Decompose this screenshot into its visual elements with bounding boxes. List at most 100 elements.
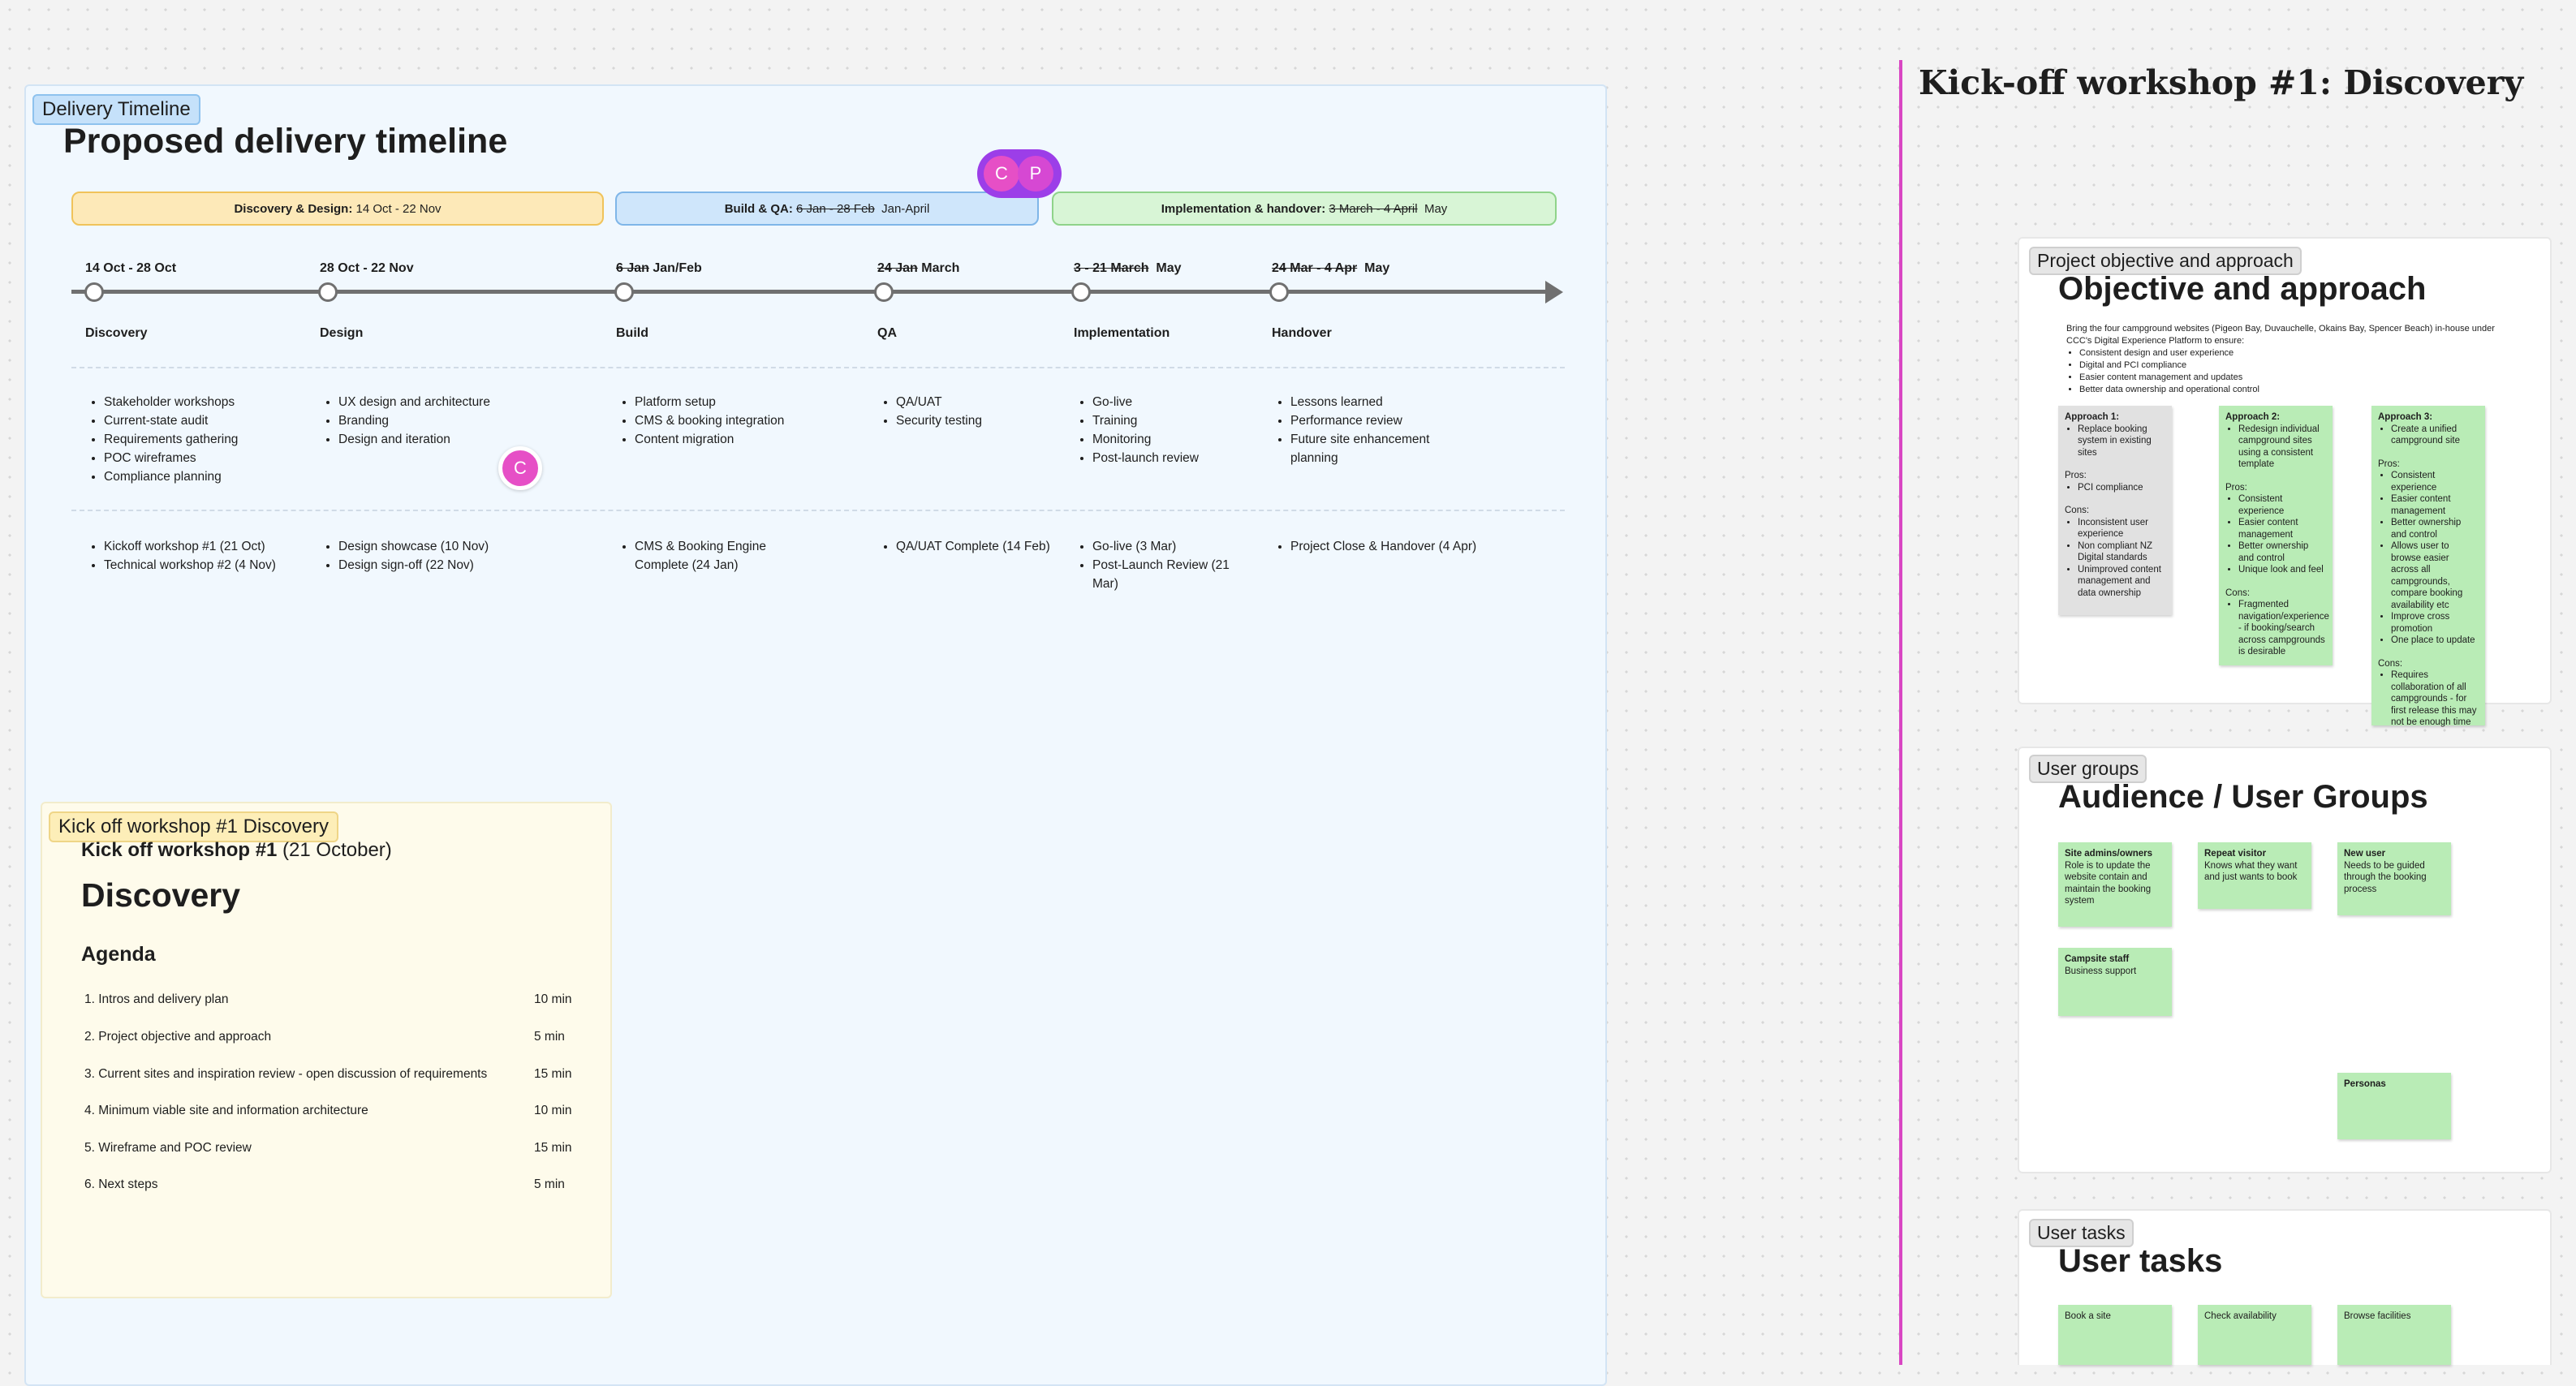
sticky-note-user-group[interactable]: Repeat visitor Knows what they want and j…	[2198, 842, 2311, 909]
stage-activities: Go-live Training Monitoring Post-launch …	[1075, 393, 1255, 467]
divider	[71, 510, 1565, 511]
phase-old-dates: 6 Jan - 28 Feb	[796, 201, 875, 216]
phase-implementation-handover[interactable]: Implementation & handover: 3 March - 4 A…	[1052, 192, 1557, 226]
sticky-note-user-task[interactable]: Book a site	[2058, 1305, 2172, 1365]
avatar-p[interactable]: P	[1018, 156, 1053, 192]
stage-name: Design	[320, 326, 364, 340]
list-item: Lessons learned	[1290, 393, 1477, 411]
list-item: QA/UAT Complete (14 Feb)	[896, 537, 1058, 556]
phase-label: Implementation & handover:	[1161, 201, 1326, 216]
objective-title: Objective and approach	[2058, 271, 2427, 307]
user-groups-title: Audience / User Groups	[2058, 779, 2428, 815]
list-item: Compliance planning	[104, 467, 323, 486]
list-item: QA/UAT	[896, 393, 1058, 411]
list-item: Post-launch review	[1092, 449, 1255, 467]
stage-activities: Platform setup CMS & booking integration…	[617, 393, 878, 449]
timeline-node[interactable]	[84, 282, 104, 302]
timeline-node[interactable]	[318, 282, 338, 302]
phase-discovery-design[interactable]: Discovery & Design: 14 Oct - 22 Nov	[71, 192, 604, 226]
phase-new-dates: Jan-April	[874, 201, 930, 216]
list-item: Monitoring	[1092, 430, 1255, 449]
kickoff-title: Discovery	[81, 876, 241, 914]
list-item: Design showcase (10 Nov)	[338, 537, 582, 556]
stage-milestones: CMS & Booking Engine Complete (24 Jan)	[617, 537, 821, 575]
timeline-node[interactable]	[614, 282, 634, 302]
avatar-c-cursor[interactable]: C	[498, 446, 542, 490]
list-item: Branding	[338, 411, 582, 430]
avatar-c[interactable]: C	[984, 156, 1019, 192]
kickoff-frame-label[interactable]: Kick off workshop #1 Discovery	[49, 811, 339, 842]
stage-date: 24 Mar - 4 Apr May	[1272, 261, 1390, 275]
list-item: Platform setup	[635, 393, 878, 411]
kickoff-heading: Kick off workshop #1 (21 October)	[81, 839, 392, 861]
objective-intro: Bring the four campground websites (Pige…	[2066, 323, 2521, 396]
stage-milestones: Design showcase (10 Nov) Design sign-off…	[321, 537, 582, 575]
list-item: Consistent design and user experience	[2079, 347, 2521, 359]
stage-name: Implementation	[1074, 326, 1170, 340]
timeline-node[interactable]	[1269, 282, 1289, 302]
list-item: CMS & Booking Engine Complete (24 Jan)	[635, 537, 821, 575]
list-item: Current-state audit	[104, 411, 323, 430]
divider	[71, 367, 1565, 368]
sticky-note-approach-2[interactable]: Approach 2: Redesign individual campgrou…	[2219, 406, 2333, 665]
stage-milestones: Project Close & Handover (4 Apr)	[1273, 537, 1477, 556]
stage-activities: Stakeholder workshops Current-state audi…	[86, 393, 323, 486]
list-item: UX design and architecture	[338, 393, 582, 411]
phase-label: Build & QA:	[724, 201, 793, 216]
stage-milestones: Go-live (3 Mar) Post-Launch Review (21 M…	[1075, 537, 1238, 593]
list-item: Future site enhancement planning	[1290, 430, 1477, 467]
sticky-note-approach-3[interactable]: Approach 3: Create a unified campground …	[2371, 406, 2485, 727]
stage-date: 6 Jan Jan/Feb	[616, 261, 702, 275]
list-item: Kickoff workshop #1 (21 Oct)	[104, 537, 323, 556]
stage-name: Handover	[1272, 326, 1332, 340]
timeline-title[interactable]: Proposed delivery timeline	[63, 122, 507, 161]
timeline-arrowhead	[1545, 281, 1563, 303]
list-item: Digital and PCI compliance	[2079, 359, 2521, 372]
list-item: Go-live (3 Mar)	[1092, 537, 1238, 556]
list-item: Security testing	[896, 411, 1058, 430]
sticky-note-user-task[interactable]: Browse facilities	[2337, 1305, 2451, 1365]
list-item: Better data ownership and operational co…	[2079, 384, 2521, 396]
agenda-label: Agenda	[81, 943, 156, 966]
list-item: POC wireframes	[104, 449, 323, 467]
workshop-heading: Kick-off workshop #1: Discovery	[1919, 63, 2524, 102]
list-item: Design and iteration	[338, 430, 582, 449]
phase-old-dates: 3 March - 4 April	[1329, 201, 1418, 216]
timeline-node[interactable]	[1071, 282, 1091, 302]
stage-activities: UX design and architecture Branding Desi…	[321, 393, 582, 449]
sticky-note-user-group[interactable]: Site admins/owners Role is to update the …	[2058, 842, 2172, 927]
list-item: Technical workshop #2 (4 Nov)	[104, 556, 323, 575]
stage-milestones: QA/UAT Complete (14 Feb)	[878, 537, 1058, 556]
phase-build-qa[interactable]: Build & QA: 6 Jan - 28 Feb Jan-April	[615, 192, 1039, 226]
stage-date: 24 Jan March	[877, 261, 960, 275]
sticky-note-user-group[interactable]: New user Needs to be guided through the b…	[2337, 842, 2451, 915]
list-item: CMS & booking integration	[635, 411, 878, 430]
sticky-note-user-group[interactable]: Campsite staff Business support	[2058, 948, 2172, 1016]
sticky-note-user-task[interactable]: Check availability	[2198, 1305, 2311, 1365]
stage-name: QA	[877, 326, 897, 340]
stage-date: 14 Oct - 28 Oct	[85, 261, 177, 275]
stage-activities: QA/UAT Security testing	[878, 393, 1058, 430]
sticky-note-approach-1[interactable]: Approach 1: Replace booking system in ex…	[2058, 406, 2172, 615]
timeline-axis	[71, 290, 1549, 294]
phase-new-dates: May	[1417, 201, 1448, 216]
delivery-timeline-frame-label[interactable]: Delivery Timeline	[32, 94, 200, 125]
stage-name: Build	[616, 326, 648, 340]
stage-milestones: Kickoff workshop #1 (21 Oct) Technical w…	[86, 537, 323, 575]
list-item: Easier content management and updates	[2079, 372, 2521, 384]
list-item: Project Close & Handover (4 Apr)	[1290, 537, 1477, 556]
user-tasks-title: User tasks	[2058, 1243, 2223, 1279]
list-item: Content migration	[635, 430, 878, 449]
list-item: Post-Launch Review (21 Mar)	[1092, 556, 1238, 593]
list-item: Performance review	[1290, 411, 1477, 430]
list-item: Design sign-off (22 Nov)	[338, 556, 582, 575]
phase-dates: 14 Oct - 22 Nov	[352, 201, 442, 216]
stage-activities: Lessons learned Performance review Futur…	[1273, 393, 1477, 467]
list-item: Training	[1092, 411, 1255, 430]
stage-date: 3 - 21 March May	[1074, 261, 1182, 275]
timeline-node[interactable]	[874, 282, 894, 302]
list-item: Stakeholder workshops	[104, 393, 323, 411]
sticky-note-personas[interactable]: Personas	[2337, 1073, 2451, 1139]
list-item: Requirements gathering	[104, 430, 323, 449]
section-divider-line	[1899, 60, 1902, 1365]
